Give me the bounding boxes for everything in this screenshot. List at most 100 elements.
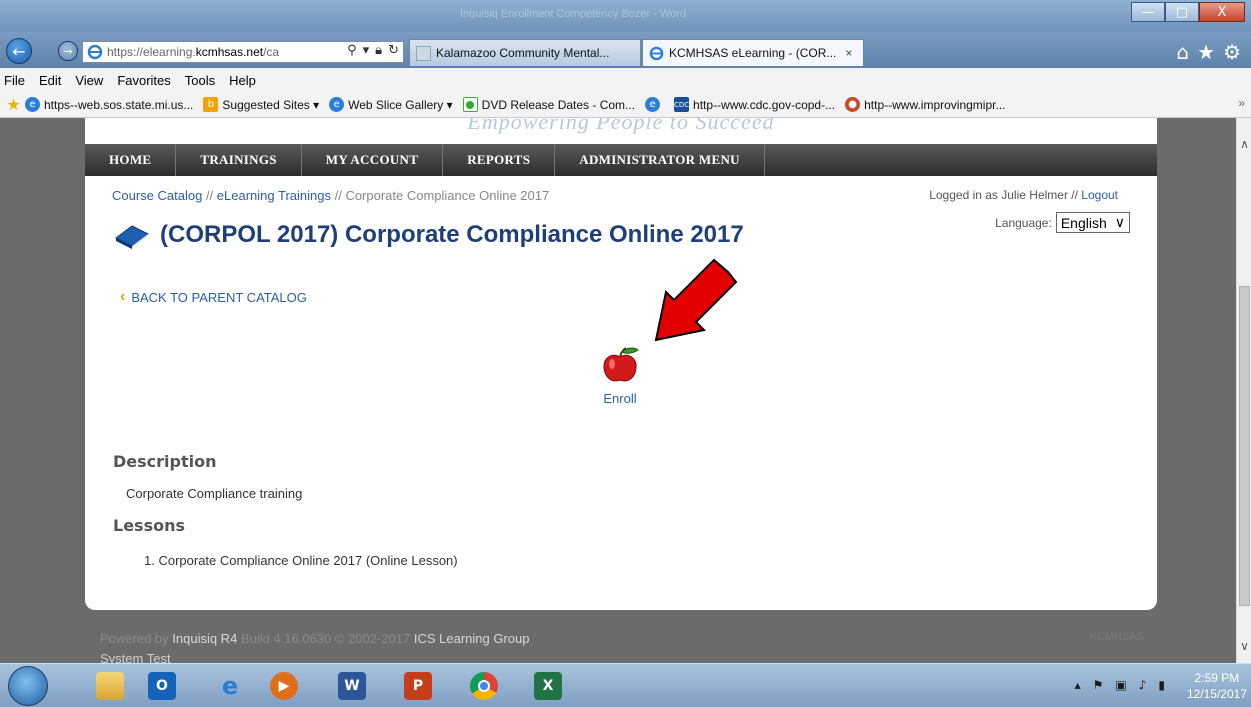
- star-icon[interactable]: ★: [1197, 40, 1215, 64]
- url-host: kcmhsas.net: [195, 45, 264, 59]
- back-button[interactable]: ←: [6, 38, 32, 64]
- language-select[interactable]: English ∨: [1055, 212, 1130, 233]
- footer-system: System Test: [100, 651, 171, 663]
- scroll-up-icon[interactable]: ∧: [1237, 136, 1251, 151]
- ie-page-icon: e: [25, 97, 40, 112]
- lock-icon[interactable]: 🔒︎: [375, 43, 382, 58]
- favorite-link[interactable]: b Suggested Sites ▾: [203, 97, 319, 112]
- favorite-link[interactable]: DVD Release Dates - Com...: [462, 97, 636, 112]
- cdc-icon: CDC: [674, 97, 689, 112]
- tab-kcmhsas[interactable]: KCMHSAS eLearning - (COR... ×: [642, 39, 864, 66]
- lesson-item[interactable]: 1. Corporate Compliance Online 2017 (Onl…: [144, 553, 458, 568]
- close-tab-icon[interactable]: ×: [845, 46, 852, 60]
- url-suffix: /ca: [263, 45, 280, 59]
- forward-button[interactable]: →: [58, 41, 78, 61]
- language-label: Language:: [995, 215, 1052, 230]
- language-value: English: [1060, 214, 1107, 231]
- dropdown-icon[interactable]: ▾: [363, 43, 370, 58]
- window-titlebar: Inquisiq Enrollment Competency Bozer - W…: [0, 0, 1251, 32]
- windows-taskbar: O e ▶ W P X ▴ ⚑ ▣ ♪ ▮ 2:59 PM 12/15/2017: [0, 663, 1251, 707]
- back-to-parent-catalog-link[interactable]: ‹ BACK TO PARENT CATALOG: [120, 288, 307, 306]
- favorite-link[interactable]: e: [645, 97, 664, 112]
- flag-icon[interactable]: ⚑: [1093, 678, 1104, 692]
- login-status: Logged in as Julie Helmer // Logout: [929, 188, 1118, 202]
- breadcrumb-elearning-trainings[interactable]: eLearning Trainings: [217, 188, 331, 203]
- chrome-icon: [470, 672, 498, 700]
- nav-reports[interactable]: REPORTS: [443, 144, 556, 176]
- favorite-label: DVD Release Dates - Com...: [481, 97, 636, 112]
- address-bar[interactable]: https://elearning. kcmhsas.net/ca ⚲ ▾ 🔒︎ …: [82, 41, 404, 63]
- description-heading: Description: [113, 452, 217, 471]
- main-navigation: HOME TRAININGS MY ACCOUNT REPORTS ADMINI…: [85, 144, 1157, 176]
- page-viewport: Empowering People to Succeed HOME TRAINI…: [0, 118, 1236, 663]
- favorite-link[interactable]: CDC http--www.cdc.gov-copd-...: [674, 97, 835, 112]
- tab-kalamazoo[interactable]: Kalamazoo Community Mental...: [409, 39, 641, 66]
- course-header: (CORPOL 2017) Corporate Compliance Onlin…: [112, 220, 744, 250]
- chevron-left-icon: ‹: [120, 288, 126, 305]
- scroll-thumb[interactable]: [1239, 286, 1250, 606]
- taskbar-media-player[interactable]: ▶: [262, 668, 306, 704]
- footer-powered-by: Powered by Inquisiq R4 Build 4.16.0630 ©…: [100, 631, 530, 646]
- nav-home[interactable]: HOME: [85, 144, 177, 176]
- minimize-button[interactable]: —: [1131, 2, 1165, 22]
- excel-icon: X: [534, 672, 562, 700]
- favorite-link[interactable]: e Web Slice Gallery ▾: [329, 97, 453, 112]
- menu-edit[interactable]: Edit: [39, 73, 61, 88]
- media-icon: ▶: [270, 672, 298, 700]
- gear-icon[interactable]: ⚙: [1223, 40, 1241, 64]
- more-favorites-chevron-icon[interactable]: »: [1238, 96, 1245, 110]
- taskbar-explorer[interactable]: [88, 668, 132, 704]
- breadcrumb-course-catalog[interactable]: Course Catalog: [112, 188, 202, 203]
- ie-page-icon: e: [645, 97, 661, 112]
- menu-file[interactable]: File: [4, 73, 25, 88]
- taskbar-chrome[interactable]: [462, 668, 506, 704]
- breadcrumb-current: Corporate Compliance Online 2017: [345, 188, 550, 203]
- breadcrumb: Course Catalog // eLearning Trainings //…: [112, 188, 549, 203]
- favorite-link[interactable]: ● http--www.improvingmipr...: [845, 97, 1005, 112]
- taskbar-outlook[interactable]: O: [140, 668, 184, 704]
- menu-favorites[interactable]: Favorites: [117, 73, 170, 88]
- enroll-button[interactable]: Enroll: [596, 344, 644, 406]
- favorite-link[interactable]: e https--web.sos.state.mi.us...: [25, 97, 193, 112]
- refresh-icon[interactable]: ↻: [388, 43, 399, 58]
- taskbar-internet-explorer[interactable]: e: [208, 668, 252, 704]
- favorites-star-icon[interactable]: ★: [6, 95, 21, 114]
- ie-icon: e: [221, 672, 239, 700]
- system-clock[interactable]: 2:59 PM 12/15/2017: [1187, 670, 1247, 702]
- taskbar-excel[interactable]: X: [526, 668, 570, 704]
- taskbar-word[interactable]: W: [330, 668, 374, 704]
- start-button[interactable]: [8, 666, 48, 706]
- menu-view[interactable]: View: [75, 73, 103, 88]
- green-dot-icon: [462, 97, 478, 112]
- breadcrumb-separator: //: [330, 188, 346, 203]
- nav-my-account[interactable]: MY ACCOUNT: [302, 144, 444, 176]
- chevron-down-icon: ∨: [1114, 214, 1125, 230]
- site-icon: ●: [845, 97, 861, 112]
- favorite-label: Web Slice Gallery ▾: [348, 97, 453, 112]
- network-icon[interactable]: ▮: [1158, 678, 1165, 692]
- nav-administrator-menu[interactable]: ADMINISTRATOR MENU: [555, 144, 765, 176]
- nav-trainings[interactable]: TRAININGS: [176, 144, 302, 176]
- close-button[interactable]: X: [1199, 2, 1245, 22]
- apple-icon: [603, 347, 639, 382]
- tray-expand-icon[interactable]: ▴: [1075, 678, 1081, 692]
- menu-tools[interactable]: Tools: [185, 73, 215, 88]
- maximize-button[interactable]: □: [1165, 2, 1199, 22]
- browser-toolbar-icons: ⌂ ★ ⚙: [1176, 40, 1241, 64]
- home-icon[interactable]: ⌂: [1176, 40, 1189, 64]
- logout-link[interactable]: Logout: [1081, 188, 1118, 202]
- favorite-label: https--web.sos.state.mi.us...: [44, 97, 194, 112]
- address-tools: ⚲ ▾ 🔒︎ ↻: [343, 43, 399, 58]
- scroll-down-icon[interactable]: ∨: [1237, 638, 1251, 653]
- search-icon[interactable]: ⚲: [347, 43, 357, 58]
- window-controls: — □ X: [1131, 2, 1245, 22]
- lessons-heading: Lessons: [113, 516, 185, 535]
- volume-icon[interactable]: ♪: [1139, 678, 1147, 692]
- taskbar-powerpoint[interactable]: P: [396, 668, 440, 704]
- page-scrollbar[interactable]: ∧ ∨: [1236, 118, 1251, 663]
- device-icon[interactable]: ▣: [1115, 678, 1126, 692]
- system-tray: ▴ ⚑ ▣ ♪ ▮: [1075, 678, 1165, 692]
- menu-help[interactable]: Help: [229, 73, 256, 88]
- outlook-icon: O: [148, 672, 176, 700]
- favorite-label: http--www.improvingmipr...: [864, 97, 1006, 112]
